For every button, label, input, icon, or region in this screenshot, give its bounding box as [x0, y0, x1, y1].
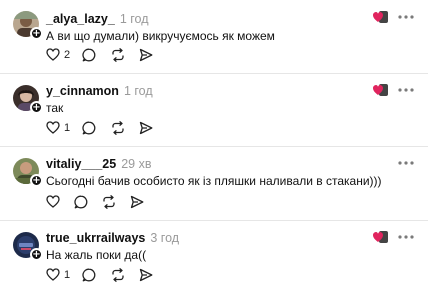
- like-count: 1: [64, 268, 71, 281]
- timestamp: 1 год: [119, 12, 149, 26]
- more-icon[interactable]: [397, 87, 415, 93]
- repost-icon: [112, 121, 124, 135]
- repost-button[interactable]: [111, 121, 125, 135]
- like-count: 1: [64, 121, 71, 134]
- plus-icon[interactable]: +: [30, 248, 43, 261]
- comment-feed: + _alya_lazy_ 1 год А ви що думали) викру…: [0, 0, 428, 283]
- reaction-icon[interactable]: [373, 10, 389, 24]
- divider: [0, 73, 428, 74]
- comment-text: так: [46, 101, 64, 115]
- username-link[interactable]: vitaliy___25: [46, 157, 116, 171]
- like-button[interactable]: 2: [46, 48, 70, 61]
- timestamp: 1 год: [123, 84, 153, 98]
- comment-header: vitaliy___25 29 хв: [46, 157, 151, 171]
- action-bar: [46, 195, 166, 211]
- repost-icon: [112, 268, 124, 282]
- comment-header: true_ukrrailways 3 год: [46, 231, 179, 245]
- heart-icon: [46, 195, 60, 208]
- share-button[interactable]: [139, 121, 153, 135]
- comment-text: Сьогодні бачив особисто як із пляшки нал…: [46, 174, 382, 188]
- send-icon: [139, 48, 153, 62]
- divider: [0, 220, 428, 221]
- share-button[interactable]: [130, 195, 144, 209]
- like-count: 2: [64, 48, 71, 61]
- heart-icon: [46, 268, 60, 281]
- repost-button[interactable]: [111, 268, 125, 282]
- share-button[interactable]: [139, 268, 153, 282]
- send-icon: [130, 195, 144, 209]
- reply-button[interactable]: [82, 268, 96, 282]
- comment-icon: [82, 121, 96, 135]
- username-link[interactable]: true_ukrrailways: [46, 231, 145, 245]
- comment-icon: [82, 48, 96, 62]
- reaction-icon[interactable]: [373, 230, 389, 244]
- username-link[interactable]: _alya_lazy_: [46, 12, 115, 26]
- reaction-icon[interactable]: [373, 83, 389, 97]
- comment-header: _alya_lazy_ 1 год: [46, 12, 149, 26]
- username-link[interactable]: y_cinnamon: [46, 84, 119, 98]
- action-bar: 2: [46, 48, 166, 64]
- plus-icon[interactable]: +: [30, 101, 43, 114]
- avatar[interactable]: +: [13, 232, 43, 261]
- more-icon[interactable]: [397, 160, 415, 166]
- comment-text: На жаль поки да((: [46, 248, 147, 262]
- comment-icon: [82, 268, 96, 282]
- reply-button[interactable]: [82, 48, 96, 62]
- reply-button[interactable]: [74, 195, 88, 209]
- action-bar: 1: [46, 268, 166, 283]
- timestamp: 29 хв: [121, 157, 152, 171]
- avatar[interactable]: +: [13, 11, 43, 40]
- plus-icon[interactable]: +: [30, 27, 43, 40]
- like-button[interactable]: [46, 195, 64, 208]
- send-icon: [139, 268, 153, 282]
- send-icon: [139, 121, 153, 135]
- repost-icon: [112, 48, 124, 62]
- heart-icon: [46, 121, 60, 134]
- heart-icon: [46, 48, 60, 61]
- more-icon[interactable]: [397, 234, 415, 240]
- action-bar: 1: [46, 121, 166, 137]
- comment-text: А ви що думали) викручуємось як можем: [46, 29, 275, 43]
- reply-button[interactable]: [82, 121, 96, 135]
- comment-header: y_cinnamon 1 год: [46, 84, 153, 98]
- avatar[interactable]: +: [13, 158, 43, 187]
- like-button[interactable]: 1: [46, 121, 70, 134]
- share-button[interactable]: [139, 48, 153, 62]
- repost-button[interactable]: [102, 195, 116, 209]
- like-button[interactable]: 1: [46, 268, 70, 281]
- plus-icon[interactable]: +: [30, 174, 43, 187]
- divider: [0, 146, 428, 147]
- avatar[interactable]: +: [13, 85, 43, 114]
- timestamp: 3 год: [150, 231, 180, 245]
- repost-icon: [103, 195, 115, 209]
- comment-icon: [74, 195, 88, 209]
- more-icon[interactable]: [397, 14, 415, 20]
- repost-button[interactable]: [111, 48, 125, 62]
